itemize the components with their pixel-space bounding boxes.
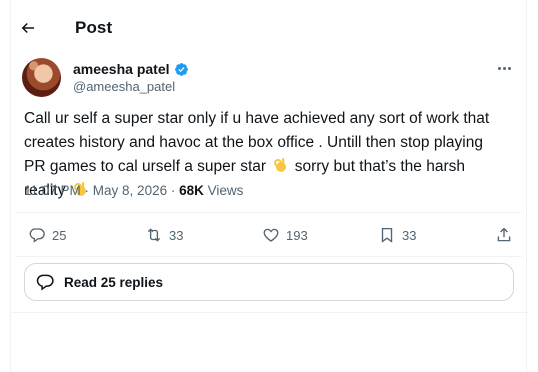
meta-separator: · bbox=[80, 183, 93, 198]
reply-icon bbox=[29, 228, 45, 243]
bookmark-button[interactable]: 33 bbox=[378, 226, 416, 244]
like-count: 193 bbox=[286, 227, 308, 243]
post-time[interactable]: 11:07 PM bbox=[24, 183, 81, 198]
share-icon bbox=[497, 227, 511, 242]
post-date[interactable]: May 8, 2026 bbox=[93, 183, 167, 198]
read-replies-label: Read 25 replies bbox=[64, 274, 164, 290]
read-replies-button[interactable]: Read 25 replies bbox=[24, 263, 514, 301]
views-count: 68K bbox=[179, 183, 204, 198]
share-button[interactable] bbox=[495, 226, 513, 244]
top-bar: Post bbox=[18, 14, 112, 42]
bookmark-count: 33 bbox=[402, 227, 417, 243]
back-arrow-icon[interactable] bbox=[18, 18, 38, 38]
repost-icon bbox=[147, 228, 161, 242]
reply-button[interactable]: 25 bbox=[28, 226, 66, 244]
avatar[interactable] bbox=[22, 58, 61, 97]
like-button[interactable]: 193 bbox=[262, 226, 308, 244]
verified-badge-icon bbox=[174, 62, 188, 76]
bookmark-icon bbox=[381, 227, 393, 243]
divider bbox=[16, 212, 522, 213]
page-title: Post bbox=[75, 18, 113, 37]
views-label: Views bbox=[203, 183, 244, 198]
repost-button[interactable]: 33 bbox=[145, 226, 183, 244]
reply-bubble-icon bbox=[36, 274, 54, 291]
author-handle[interactable]: @ameesha_patel bbox=[73, 79, 175, 94]
meta-separator: · bbox=[167, 183, 180, 198]
more-options-icon[interactable] bbox=[498, 61, 516, 75]
heart-icon bbox=[263, 228, 279, 242]
post-meta: 11:07 PM · May 8, 2026 · 68K Views bbox=[24, 183, 243, 198]
divider bbox=[16, 256, 522, 257]
divider bbox=[10, 312, 528, 313]
repost-count: 33 bbox=[169, 227, 184, 243]
ok-hand-emoji-icon bbox=[274, 158, 287, 172]
action-bar: 25 33 193 33 bbox=[28, 226, 516, 246]
author-name-row: ameesha patel bbox=[73, 61, 189, 77]
author-name[interactable]: ameesha patel bbox=[73, 61, 170, 77]
reply-count: 25 bbox=[52, 227, 67, 243]
